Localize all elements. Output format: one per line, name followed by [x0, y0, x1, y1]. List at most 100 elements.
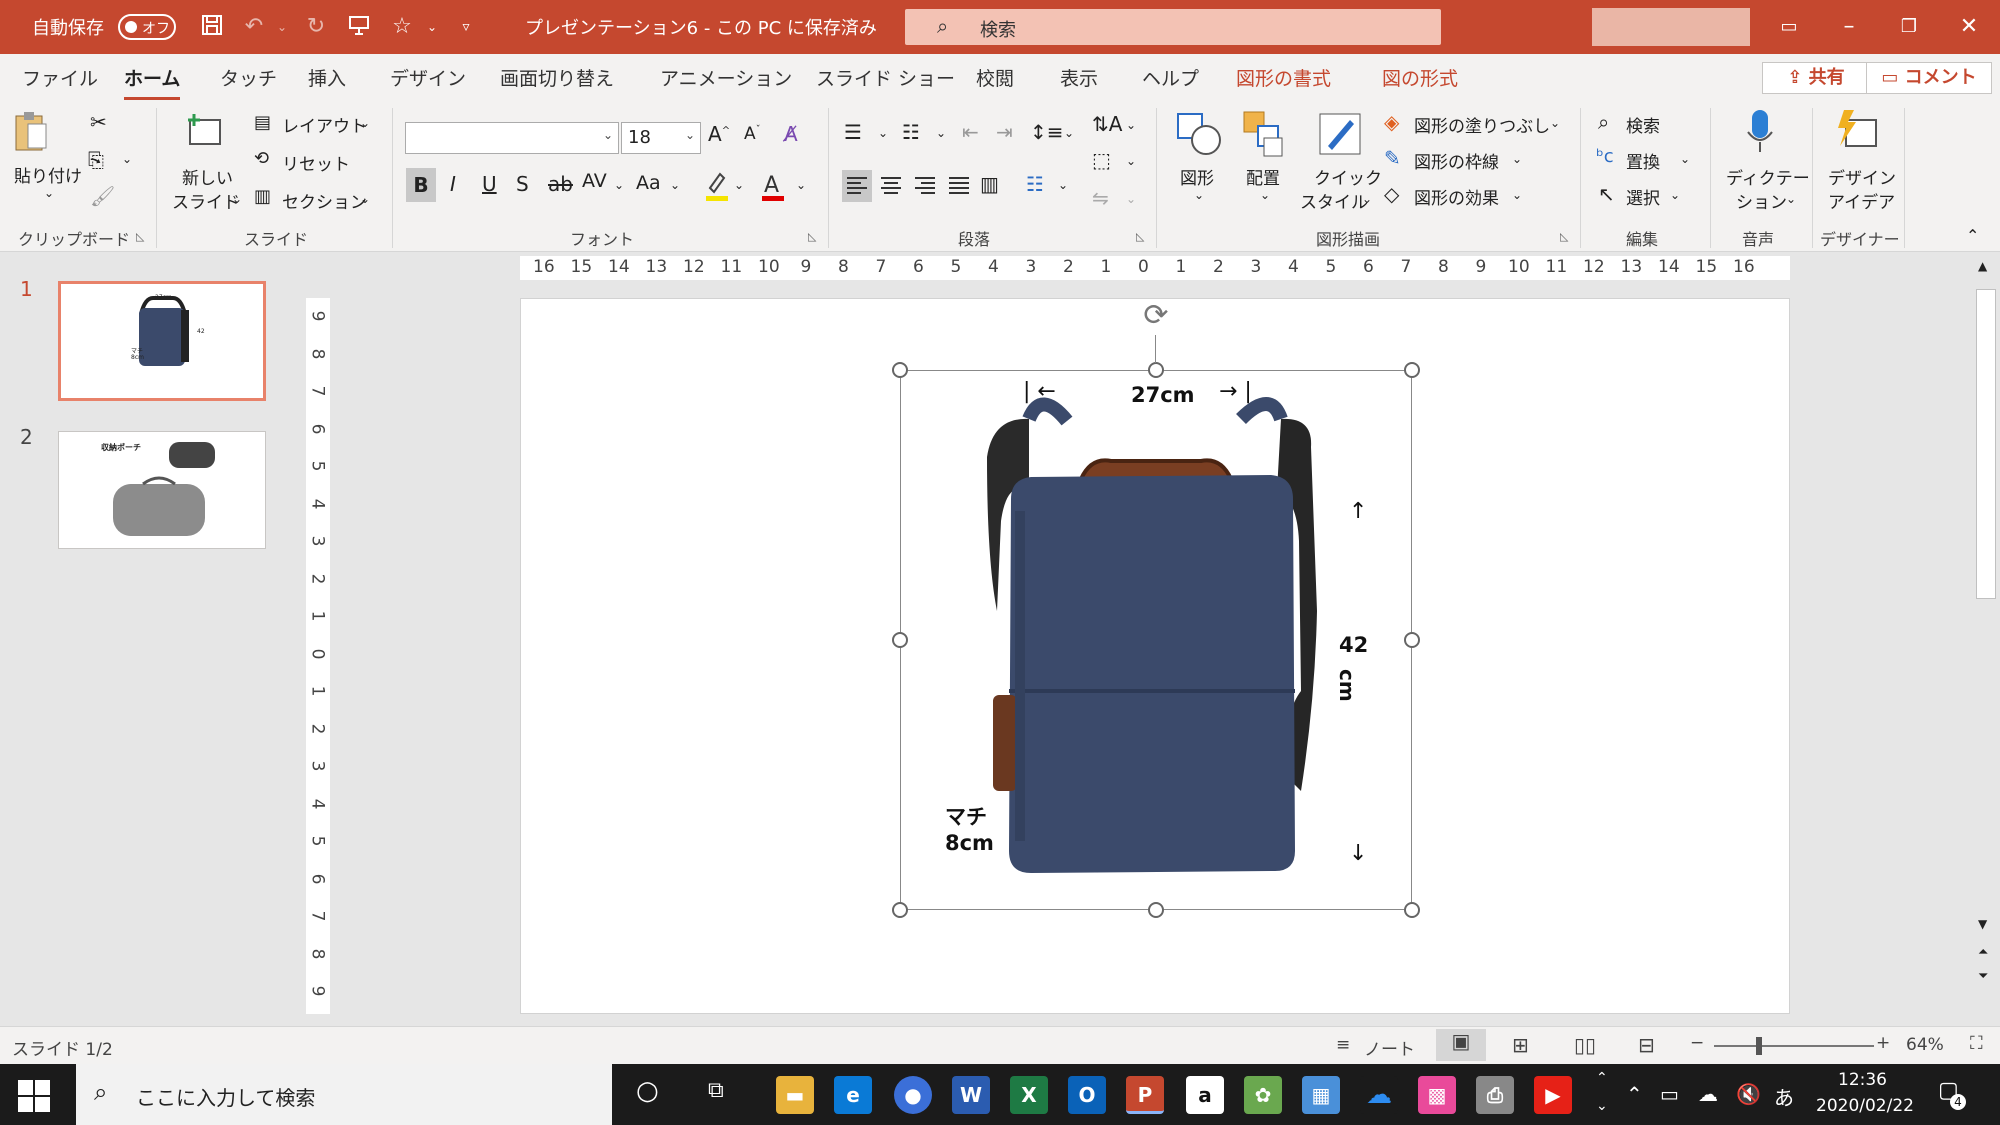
find-icon[interactable]: ⌕ — [1598, 110, 1609, 134]
shadow-icon[interactable]: S — [516, 172, 529, 196]
paste-dropdown-icon[interactable]: ⌄ — [44, 186, 54, 200]
shape-outline-dropdown-icon[interactable]: ⌄ — [1512, 152, 1522, 166]
dictate-icon[interactable] — [1744, 108, 1776, 158]
underline-icon[interactable]: U — [482, 172, 497, 196]
shapes-icon[interactable] — [1176, 110, 1222, 158]
numbering-icon[interactable]: ☷ — [902, 120, 920, 144]
highlight-dropdown-icon[interactable]: ⌄ — [734, 178, 744, 192]
format-painter-icon[interactable]: 🖌 — [90, 184, 115, 208]
tab-picture-format[interactable]: 図の形式 — [1382, 64, 1458, 91]
new-slide-label-2[interactable]: スライド — [172, 188, 240, 213]
new-slide-dropdown-icon[interactable]: ⌄ — [232, 192, 242, 206]
line-spacing-dropdown-icon[interactable]: ⌄ — [1064, 126, 1074, 140]
network-icon[interactable]: ☁ — [1698, 1082, 1718, 1106]
select-label[interactable]: 選択 — [1626, 184, 1660, 209]
clipboard-launcher-icon[interactable]: ◺ — [136, 230, 144, 243]
char-spacing-dropdown-icon[interactable]: ⌄ — [614, 178, 624, 192]
touch-mode-icon[interactable]: ☆ — [388, 13, 416, 41]
rotate-handle-icon[interactable]: ⟳ — [1139, 299, 1173, 333]
strikethrough-icon[interactable]: ab — [548, 172, 573, 196]
section-dropdown-icon[interactable]: ⌄ — [360, 192, 370, 206]
zoom-slider[interactable] — [1714, 1037, 1874, 1055]
align-left-icon[interactable] — [842, 170, 872, 202]
shape-effects-icon[interactable]: ◇ — [1384, 182, 1399, 206]
minimize-icon[interactable]: – — [1826, 10, 1872, 44]
zoom-in-icon[interactable]: + — [1876, 1033, 1890, 1053]
next-slide-icon[interactable]: ⏷ — [1978, 969, 1988, 984]
layout-icon[interactable]: ▤ — [254, 112, 271, 133]
replace-dropdown-icon[interactable]: ⌄ — [1680, 152, 1690, 166]
resize-handle-bottom-right[interactable] — [1404, 902, 1420, 918]
normal-view-icon[interactable]: ▣ — [1436, 1029, 1486, 1061]
scroll-down-icon[interactable]: ▼ — [1978, 917, 1987, 931]
resize-handle-top-left[interactable] — [892, 362, 908, 378]
shrink-font-icon[interactable]: Aˇ — [744, 124, 761, 144]
excel-icon[interactable]: X — [1010, 1076, 1048, 1114]
onedrive-icon[interactable]: ☁ — [1360, 1076, 1398, 1114]
tab-slideshow[interactable]: スライド ショー — [816, 64, 955, 91]
tab-design[interactable]: デザイン — [390, 64, 466, 91]
align-right-icon[interactable] — [910, 170, 940, 202]
font-name-input[interactable]: ⌄ — [405, 122, 619, 154]
font-launcher-icon[interactable]: ◺ — [808, 230, 816, 243]
tab-insert[interactable]: 挿入 — [308, 64, 346, 91]
resize-handle-top[interactable] — [1148, 362, 1164, 378]
layout-dropdown-icon[interactable]: ⌄ — [360, 116, 370, 130]
smartart-dropdown-icon[interactable]: ⌄ — [1126, 192, 1136, 206]
change-case-icon[interactable]: Aa — [636, 172, 661, 194]
comment-button[interactable]: ▭ コメント — [1866, 62, 1992, 94]
resize-handle-top-right[interactable] — [1404, 362, 1420, 378]
tab-transitions[interactable]: 画面切り替え — [500, 64, 614, 91]
copy-icon[interactable]: ⎘ — [88, 148, 104, 172]
decrease-indent-icon[interactable]: ⇤ — [962, 120, 979, 144]
reading-view-icon[interactable]: ▯▯ — [1574, 1033, 1596, 1057]
collapse-ribbon-icon[interactable]: ⌃ — [1966, 226, 1979, 245]
selected-picture[interactable]: ⟳ | ← 27cm → | ↑ 42 cm ↓ マチ 8cm — [892, 299, 1420, 918]
scroll-thumb[interactable] — [1976, 289, 1996, 599]
restore-icon[interactable]: ❐ — [1886, 10, 1932, 44]
resize-handle-left[interactable] — [892, 632, 908, 648]
arrange-label[interactable]: 配置 — [1246, 164, 1280, 189]
quick-styles-icon[interactable] — [1316, 110, 1364, 158]
reset-icon[interactable]: ⟲ — [254, 148, 269, 169]
vertical-scrollbar[interactable]: ▲ ▼ ⏶ ⏷ — [1972, 253, 2000, 1026]
slide-thumbnail-2[interactable]: 収納ポーチ — [58, 431, 266, 549]
columns-icon[interactable]: ☷ — [1026, 172, 1044, 196]
photos-app-icon[interactable]: ▩ — [1418, 1076, 1456, 1114]
task-view-icon[interactable]: ⧉ — [708, 1078, 724, 1103]
align-center-icon[interactable] — [876, 170, 906, 202]
quick-styles-label-2[interactable]: スタイル — [1300, 188, 1368, 213]
select-icon[interactable]: ↖ — [1598, 182, 1615, 206]
previous-slide-icon[interactable]: ⏶ — [1978, 945, 1988, 960]
youtube-icon[interactable]: ▶ — [1534, 1076, 1572, 1114]
paint-app-icon[interactable]: ✿ — [1244, 1076, 1282, 1114]
show-hidden-icons-icon[interactable]: ⌃ — [1626, 1082, 1643, 1106]
shape-effects-dropdown-icon[interactable]: ⌄ — [1512, 188, 1522, 202]
font-size-input[interactable]: 18 ⌄ — [621, 122, 701, 154]
design-ideas-label-2[interactable]: アイデア — [1828, 188, 1895, 213]
arrange-dropdown-icon[interactable]: ⌄ — [1260, 188, 1270, 202]
line-spacing-icon[interactable]: ↕≡ — [1030, 120, 1064, 144]
fit-slide-icon[interactable]: ⛶ — [1970, 1033, 1983, 1054]
shapes-dropdown-icon[interactable]: ⌄ — [1194, 188, 1204, 202]
notes-button[interactable]: ノート — [1364, 1035, 1415, 1060]
people-icon[interactable]: ● — [894, 1076, 932, 1114]
columns-dropdown-icon[interactable]: ⌄ — [1058, 178, 1068, 192]
edge-icon[interactable]: e — [834, 1076, 872, 1114]
share-button[interactable]: ⇪ 共有 — [1762, 62, 1870, 94]
distributed-icon[interactable]: ▥ — [980, 172, 999, 196]
resize-handle-bottom[interactable] — [1148, 902, 1164, 918]
cut-icon[interactable]: ✂ — [90, 110, 107, 134]
copy-dropdown-icon[interactable]: ⌄ — [122, 152, 132, 166]
cortana-icon[interactable]: ○ — [636, 1076, 659, 1106]
redo-icon[interactable]: ↻ — [302, 13, 330, 41]
ime-indicator[interactable]: あ — [1774, 1082, 1794, 1111]
save-icon[interactable] — [198, 13, 226, 41]
clear-formatting-icon[interactable]: A̸ — [784, 122, 798, 146]
design-ideas-icon[interactable] — [1834, 108, 1880, 158]
font-size-dropdown-icon[interactable]: ⌄ — [685, 128, 695, 142]
zoom-out-icon[interactable]: − — [1690, 1033, 1704, 1053]
tab-review[interactable]: 校閲 — [976, 64, 1014, 91]
paste-label[interactable]: 貼り付け — [14, 162, 82, 187]
zoom-level[interactable]: 64% — [1906, 1035, 1944, 1055]
